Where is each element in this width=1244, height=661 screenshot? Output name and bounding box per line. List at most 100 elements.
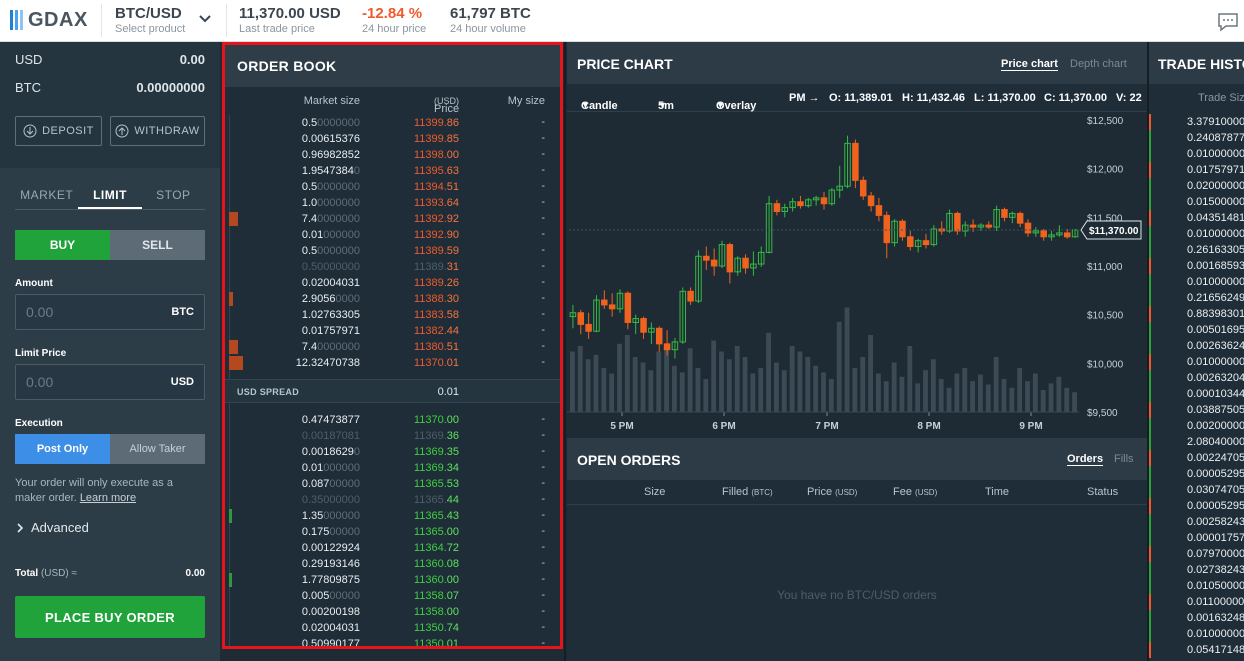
allow-taker-button[interactable]: Allow Taker: [110, 434, 205, 464]
bid-row[interactable]: 0.00200198 11358.00 -: [225, 604, 560, 620]
trade-size: 0.88398301: [1187, 308, 1244, 320]
chat-icon[interactable]: [1217, 12, 1239, 32]
price-cents: 86: [446, 117, 459, 129]
ask-row[interactable]: 7.40000000 11380.51 -: [225, 339, 560, 355]
ask-row[interactable]: 1.02763305 11383.58 -: [225, 307, 560, 323]
ask-row[interactable]: 0.01000000 11392.90 -: [225, 227, 560, 243]
trade-row: 0.88398301: [1149, 306, 1244, 322]
order-size: 0.01000000: [301, 229, 360, 241]
ask-row[interactable]: 0.96982852 11398.00 -: [225, 147, 560, 163]
amount-input[interactable]: 0.00 BTC: [15, 294, 205, 330]
ask-row[interactable]: 1.95473840 11395.63 -: [225, 163, 560, 179]
post-only-button[interactable]: Post Only: [15, 434, 110, 464]
trade-size: 0.04351481: [1187, 212, 1244, 224]
trade-row: 2.08040000: [1149, 434, 1244, 450]
product-selector[interactable]: BTC/USD Select product: [115, 5, 185, 36]
ask-row[interactable]: 0.50000000 11389.31 -: [225, 259, 560, 275]
bid-row[interactable]: 0.00187081 11369.36 -: [225, 428, 560, 444]
trailing-zeros: 0000000: [317, 117, 360, 129]
advanced-toggle[interactable]: Advanced: [15, 520, 89, 535]
volume-bar: [672, 365, 677, 412]
volume-bar: [585, 359, 591, 412]
total-label: Total: [15, 568, 39, 579]
candle-down: [820, 197, 828, 205]
ask-row[interactable]: 0.01757971 11382.44 -: [225, 323, 560, 339]
price-cents: 01: [446, 357, 459, 369]
withdraw-button[interactable]: WITHDRAW: [110, 116, 205, 146]
trade-row: 0.00501695: [1149, 322, 1244, 338]
trade-row: 0.00224705: [1149, 450, 1244, 466]
tab-orders[interactable]: Orders: [1067, 453, 1104, 466]
my-size: -: [541, 340, 545, 352]
order-size: 0.96982852: [301, 149, 360, 161]
bid-row[interactable]: 0.08700000 11365.53 -: [225, 476, 560, 492]
place-buy-order-button[interactable]: PLACE BUY ORDER: [15, 596, 205, 638]
gdax-logo[interactable]: GDAX: [10, 9, 88, 31]
trade-side-marker: [1149, 354, 1151, 370]
ask-row[interactable]: 0.50000000 11389.59 -: [225, 243, 560, 259]
order-price: 11370.00: [413, 414, 459, 426]
buy-button[interactable]: BUY: [15, 230, 110, 260]
bid-row[interactable]: 0.00500000 11358.07 -: [225, 588, 560, 604]
bid-row[interactable]: 0.00122924 11364.72 -: [225, 540, 560, 556]
ask-row[interactable]: 12.32470738 11370.01 -: [225, 355, 560, 371]
bid-row[interactable]: 0.00186290 11369.35 -: [225, 444, 560, 460]
candlestick-chart[interactable]: $12,500$12,000$11,500$11,000$10,500$10,0…: [567, 112, 1147, 436]
candle-down: [969, 224, 977, 228]
my-size: -: [541, 477, 545, 489]
tab-fills[interactable]: Fills: [1114, 453, 1134, 465]
volume-bar: [923, 370, 928, 412]
price-cents: 00: [446, 574, 459, 586]
limit-price-input[interactable]: 0.00 USD: [15, 364, 205, 400]
balance-btc: BTC 0.00000000: [15, 80, 205, 95]
depth-bar: [229, 340, 238, 354]
divider: [226, 4, 227, 37]
learn-more-link[interactable]: Learn more: [80, 492, 136, 504]
bid-row[interactable]: 0.01000000 11369.34 -: [225, 460, 560, 476]
bid-row[interactable]: 1.35000000 11365.43 -: [225, 508, 560, 524]
order-price: 11399.86: [413, 117, 459, 129]
chevron-down-icon[interactable]: [198, 11, 212, 25]
my-size: -: [541, 292, 545, 304]
trade-size: 0.01100000: [1187, 596, 1244, 608]
my-size: -: [541, 637, 545, 649]
order-price: 11393.64: [413, 197, 459, 209]
deposit-button[interactable]: DEPOSIT: [15, 116, 102, 146]
tab-price-chart[interactable]: Price chart: [1001, 58, 1058, 71]
trade-size: 0.00005295: [1187, 500, 1244, 512]
bid-row[interactable]: 0.17500000 11365.00 -: [225, 524, 560, 540]
trade-size: 0.00263624: [1187, 340, 1244, 352]
candle-down: [1063, 232, 1071, 238]
volume-bar: [742, 357, 748, 412]
tab-market[interactable]: MARKET: [15, 188, 78, 209]
trade-side-marker: [1149, 642, 1151, 658]
bid-row[interactable]: 0.35000000 11365.44 -: [225, 492, 560, 508]
tab-stop[interactable]: STOP: [142, 188, 205, 209]
bid-row[interactable]: 0.29193146 11360.08 -: [225, 556, 560, 572]
trailing-zeros: 0000: [335, 293, 360, 305]
tab-depth-chart[interactable]: Depth chart: [1070, 58, 1127, 70]
ohlc-open: O: 11,389.01: [829, 92, 893, 104]
candle-down: [663, 343, 671, 351]
trade-size: 0.00263204: [1187, 372, 1244, 384]
price-cents: 00: [446, 526, 459, 538]
ask-row[interactable]: 0.02004031 11389.26 -: [225, 275, 560, 291]
price-chart-panel: PRICE CHART Price chart Depth chart Cand…: [567, 42, 1147, 436]
tab-limit[interactable]: LIMIT: [78, 188, 142, 209]
ask-row[interactable]: 7.40000000 11392.92 -: [225, 211, 560, 227]
sell-button[interactable]: SELL: [110, 230, 205, 260]
order-price: 11392.90: [413, 229, 459, 241]
bid-row[interactable]: 1.77809875 11360.00 -: [225, 572, 560, 588]
bid-row[interactable]: 0.47473877 11370.00 -: [225, 412, 560, 428]
ask-row[interactable]: 1.00000000 11393.64 -: [225, 195, 560, 211]
bid-row[interactable]: 0.50990177 11350.01 -: [225, 636, 560, 649]
volume-bar: [836, 321, 842, 412]
ask-row[interactable]: 0.50000000 11399.86 -: [225, 115, 560, 131]
volume-bar: [915, 383, 921, 412]
my-size: -: [541, 356, 545, 368]
ask-row[interactable]: 0.50000000 11394.51 -: [225, 179, 560, 195]
bid-row[interactable]: 0.02004031 11350.74 -: [225, 620, 560, 636]
ask-row[interactable]: 2.90560000 11388.30 -: [225, 291, 560, 307]
ask-row[interactable]: 0.00615376 11399.85 -: [225, 131, 560, 147]
volume-bar: [687, 348, 693, 412]
